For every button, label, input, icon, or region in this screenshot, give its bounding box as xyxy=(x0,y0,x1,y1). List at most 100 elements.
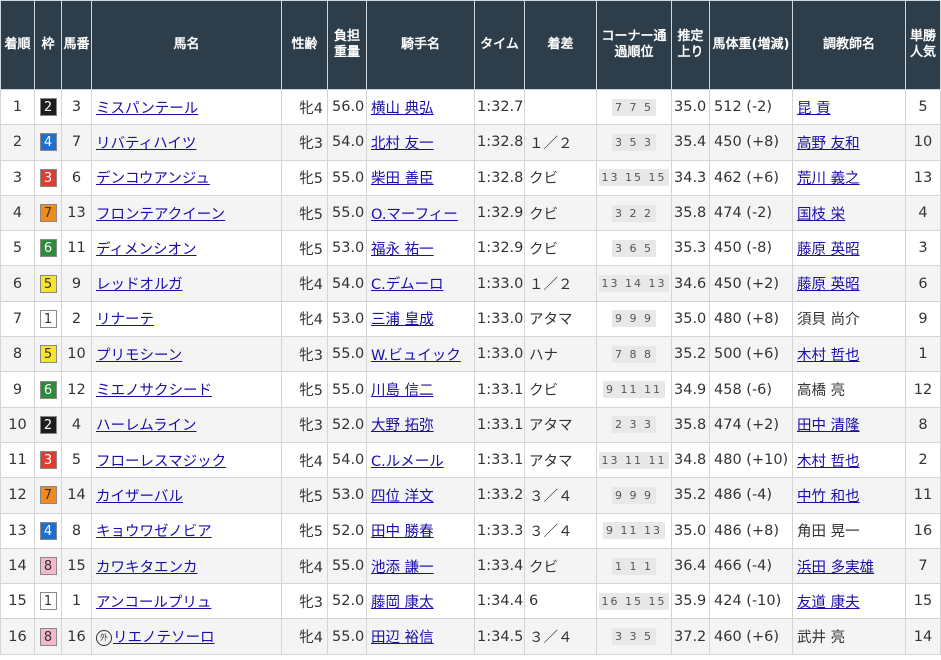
last3f-value: 35.9 xyxy=(674,593,707,610)
trainer-cell[interactable]: 木村 哲也 xyxy=(792,336,906,373)
trainer-cell[interactable]: 国枝 栄 xyxy=(792,194,906,232)
rank-value: 5 xyxy=(12,240,23,257)
time-value: 1:33.0 xyxy=(477,310,524,327)
jockey-link[interactable]: 三浦 皇成 xyxy=(371,312,434,328)
trainer-link[interactable]: 藤原 英昭 xyxy=(797,242,860,258)
last3f-cell: 35.2 xyxy=(671,477,710,514)
trainer-name: 高橋 亮 xyxy=(797,383,846,400)
horse-name-link[interactable]: ハーレムライン xyxy=(96,418,196,434)
time-value: 1:33.2 xyxy=(477,487,524,504)
jockey-link[interactable]: O.マーフィー xyxy=(371,207,458,223)
jockey-link[interactable]: W.ビュイック xyxy=(371,348,461,364)
umaban-cell: 2 xyxy=(61,300,92,338)
trainer-cell[interactable]: 田中 清隆 xyxy=(792,406,906,443)
jockey-link[interactable]: 柴田 善臣 xyxy=(371,171,434,187)
horse-name-link[interactable]: キョウワゼノビア xyxy=(96,524,212,540)
time-cell: 1:33.0 xyxy=(474,265,525,302)
trainer-cell[interactable]: 中竹 和也 xyxy=(792,477,906,514)
jockey-link[interactable]: 川島 信二 xyxy=(371,383,434,399)
table-row: 16 8 16 外リエノテソーロ 牝4 55.0 田辺 裕信 1:34.5 ３／４ 3 3 5 37… xyxy=(0,618,941,655)
jockey-link[interactable]: 田辺 裕信 xyxy=(371,630,434,646)
popularity-cell: 7 xyxy=(905,547,941,585)
trainer-cell[interactable]: 友道 康夫 xyxy=(792,583,906,620)
horse-name-link[interactable]: リナーテ xyxy=(96,312,154,328)
trainer-link[interactable]: 田中 清隆 xyxy=(797,418,860,434)
trainer-link[interactable]: 高野 友和 xyxy=(797,136,860,152)
rank-cell: 6 xyxy=(0,265,35,302)
margin-value: ３／４ xyxy=(529,524,573,541)
jockey-link[interactable]: 藤岡 康太 xyxy=(371,595,434,611)
horse-name-link[interactable]: カイザーバル xyxy=(96,489,183,505)
horse-name-link[interactable]: アンコールプリュ xyxy=(96,595,211,611)
body-weight-value: 474 (+2) xyxy=(714,416,779,433)
waku-badge: 2 xyxy=(39,98,57,117)
waku-badge: 8 xyxy=(39,557,57,575)
trainer-cell[interactable]: 荒川 義之 xyxy=(792,159,906,196)
weight-carried-cell: 56.0 xyxy=(327,88,367,126)
jockey-link[interactable]: 池添 謙一 xyxy=(371,560,434,576)
last3f-cell: 34.8 xyxy=(671,441,710,479)
last3f-cell: 35.8 xyxy=(671,194,710,232)
horse-name-link[interactable]: リバティハイツ xyxy=(96,136,196,152)
horse-name-link[interactable]: プリモシーン xyxy=(96,348,182,364)
table-row: 3 3 6 デンコウアンジュ 牝5 55.0 柴田 善臣 1:32.8 クビ 13 15 15 34… xyxy=(0,159,941,196)
time-cell: 1:32.8 xyxy=(474,124,525,161)
last3f-value: 36.4 xyxy=(674,558,707,574)
waku-cell: 6 xyxy=(34,371,62,408)
jockey-link[interactable]: 横山 典弘 xyxy=(371,101,434,117)
body-weight-value: 486 (+8) xyxy=(714,522,779,539)
time-value: 1:33.1 xyxy=(477,452,524,469)
table-row: 13 4 8 キョウワゼノビア 牝5 52.0 田中 勝春 1:33.3 ３／４ 9 11 13 3… xyxy=(0,512,941,549)
rank-value: 15 xyxy=(8,593,27,610)
horse-name-link[interactable]: ミエノサクシード xyxy=(96,383,212,399)
body-weight-value: 474 (-2) xyxy=(714,205,773,222)
popularity-cell: 15 xyxy=(905,583,941,620)
trainer-link[interactable]: 昆 貢 xyxy=(797,101,831,117)
trainer-cell[interactable]: 高野 友和 xyxy=(792,124,906,161)
table-row: 10 2 4 ハーレムライン 牝3 52.0 大野 拓弥 1:33.1 アタマ 2 3 3 35.8… xyxy=(0,406,941,443)
time-value: 1:34.4 xyxy=(477,593,524,610)
trainer-cell[interactable]: 昆 貢 xyxy=(792,88,906,126)
horse-name-link[interactable]: リエノテソーロ xyxy=(113,630,215,646)
trainer-link[interactable]: 浜田 多実雄 xyxy=(797,560,874,576)
horse-name-link[interactable]: ディメンシオン xyxy=(96,242,196,258)
corner-cell: 9 11 11 xyxy=(596,371,672,408)
horse-name-link[interactable]: フロンテアクイーン xyxy=(96,207,225,223)
header-rank: 着順 xyxy=(0,0,35,90)
horse-name-link[interactable]: ミスパンテール xyxy=(96,101,198,117)
corner-cell: 7 7 5 xyxy=(596,88,672,126)
umaban-value: 5 xyxy=(71,452,82,469)
trainer-link[interactable]: 荒川 義之 xyxy=(797,171,860,187)
jockey-link[interactable]: 田中 勝春 xyxy=(371,524,434,540)
horse-name-link[interactable]: フローレスマジック xyxy=(96,454,226,470)
last3f-cell: 34.3 xyxy=(671,159,710,196)
jockey-link[interactable]: 福永 祐一 xyxy=(371,242,434,258)
trainer-link[interactable]: 木村 哲也 xyxy=(797,454,860,470)
trainer-link[interactable]: 国枝 栄 xyxy=(797,207,845,223)
jockey-link[interactable]: 四位 洋文 xyxy=(371,489,434,505)
horse-name-link[interactable]: デンコウアンジュ xyxy=(96,171,210,187)
horse-name-link[interactable]: カワキタエンカ xyxy=(96,560,198,576)
last3f-value: 34.9 xyxy=(674,381,707,398)
trainer-link[interactable]: 中竹 和也 xyxy=(797,489,860,505)
trainer-link[interactable]: 藤原 英昭 xyxy=(797,277,860,293)
horse-name-link[interactable]: レッドオルガ xyxy=(96,277,183,293)
trainer-link[interactable]: 友道 康夫 xyxy=(797,595,860,611)
trainer-link[interactable]: 木村 哲也 xyxy=(797,348,860,364)
umaban-value: 9 xyxy=(71,275,82,292)
jockey-link[interactable]: 北村 友一 xyxy=(371,136,434,152)
jockey-link[interactable]: C.ルメール xyxy=(371,454,444,470)
weight-carried-cell: 55.0 xyxy=(327,547,367,585)
jockey-link[interactable]: 大野 拓弥 xyxy=(371,418,434,434)
sex-age-value: 牝5 xyxy=(299,383,323,400)
rank-value: 9 xyxy=(12,381,23,398)
trainer-cell[interactable]: 藤原 英昭 xyxy=(792,265,906,302)
trainer-cell[interactable]: 木村 哲也 xyxy=(792,441,906,479)
trainer-cell[interactable]: 浜田 多実雄 xyxy=(792,547,906,585)
jockey-link[interactable]: C.デムーロ xyxy=(371,277,443,293)
margin-value: アタマ xyxy=(529,312,573,329)
trainer-cell[interactable]: 藤原 英昭 xyxy=(792,230,906,267)
rank-cell: 4 xyxy=(0,194,35,232)
corner-cell: 1 1 1 xyxy=(596,547,672,585)
popularity-cell: 13 xyxy=(905,159,941,196)
